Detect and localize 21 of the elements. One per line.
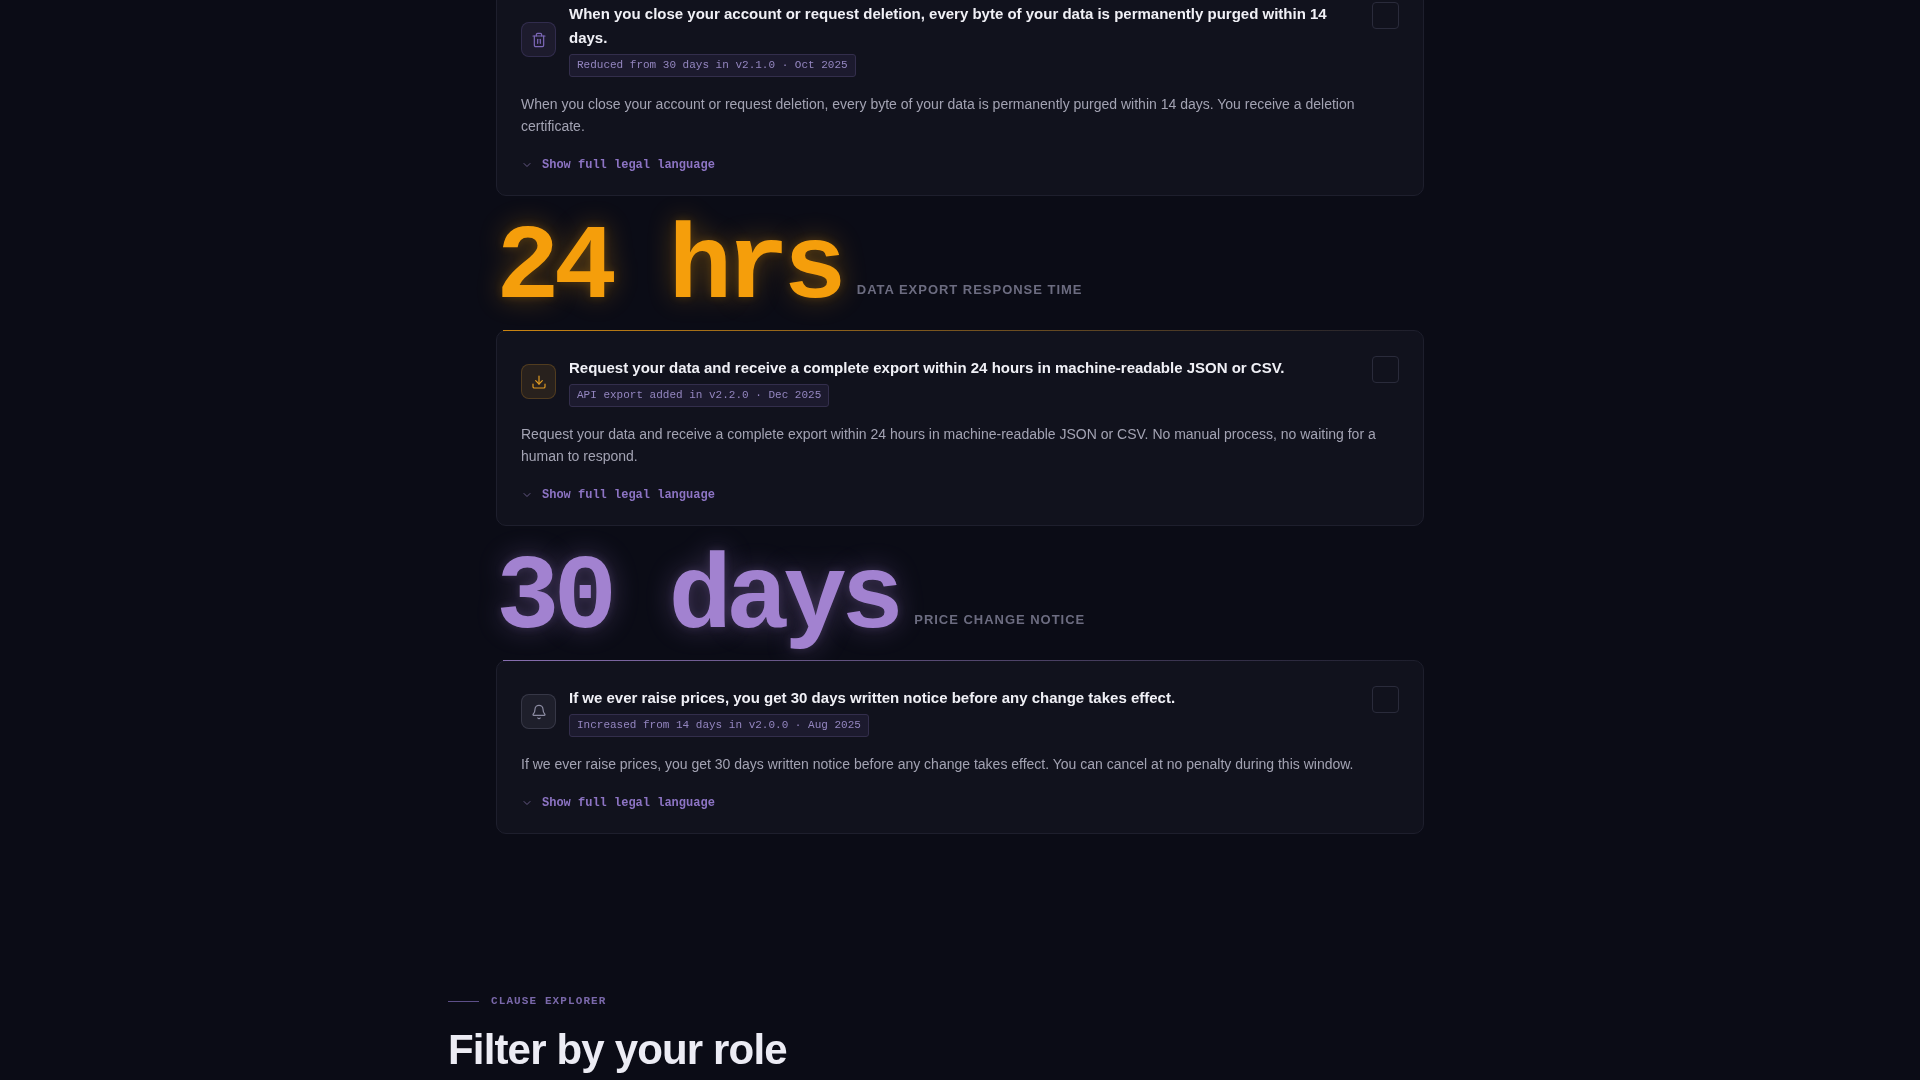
section-eyebrow: CLAUSE EXPLORER <box>491 994 607 1008</box>
stat-label: DATA EXPORT RESPONSE TIME <box>856 282 1083 298</box>
stat-value: 30 days <box>496 546 899 652</box>
expand-toggle[interactable]: Show full legal language <box>521 793 715 813</box>
clause-title: If we ever raise prices, you get 30 days written notice before any change takes effect. <box>569 688 1176 708</box>
checkbox[interactable] <box>1372 686 1399 713</box>
version-tag: Reduced from 30 days in v2.1.0 · Oct 2025 <box>569 54 856 77</box>
stat-label: PRICE CHANGE NOTICE <box>914 612 1086 628</box>
clause-summary: Request your data and receive a complete export within 24 hours in machine-readable JSON or CSV. No manual process, no waiting for a human to respond. <box>521 425 1377 466</box>
version-tag: Increased from 14 days in v2.0.0 · Aug 2025 <box>569 714 869 737</box>
clause-title: Request your data and receive a complete export within 24 hours in machine-readable JSON or CSV. <box>569 358 1285 378</box>
clause-summary: If we ever raise prices, you get 30 days written notice before any change takes effect. You can cancel at no penalty during this window. <box>521 755 1355 774</box>
expand-toggle[interactable]: Show full legal language <box>521 485 715 505</box>
stat-value: 24 hrs <box>496 216 841 322</box>
version-tag: API export added in v2.2.0 · Dec 2025 <box>569 384 830 407</box>
expand-toggle[interactable]: Show full legal language <box>521 155 715 175</box>
clause-summary: When you close your account or request deletion, every byte of your data is permanently purged within 14 days. You receive a deletion certificate. <box>521 95 1356 136</box>
checkbox[interactable] <box>1372 356 1399 383</box>
section-heading: Filter by your role <box>448 1028 787 1073</box>
clause-title: When you close your account or request deletion, every byte of your data is permanently purged within 14 days. <box>569 4 1328 48</box>
checkbox[interactable] <box>1372 2 1399 29</box>
